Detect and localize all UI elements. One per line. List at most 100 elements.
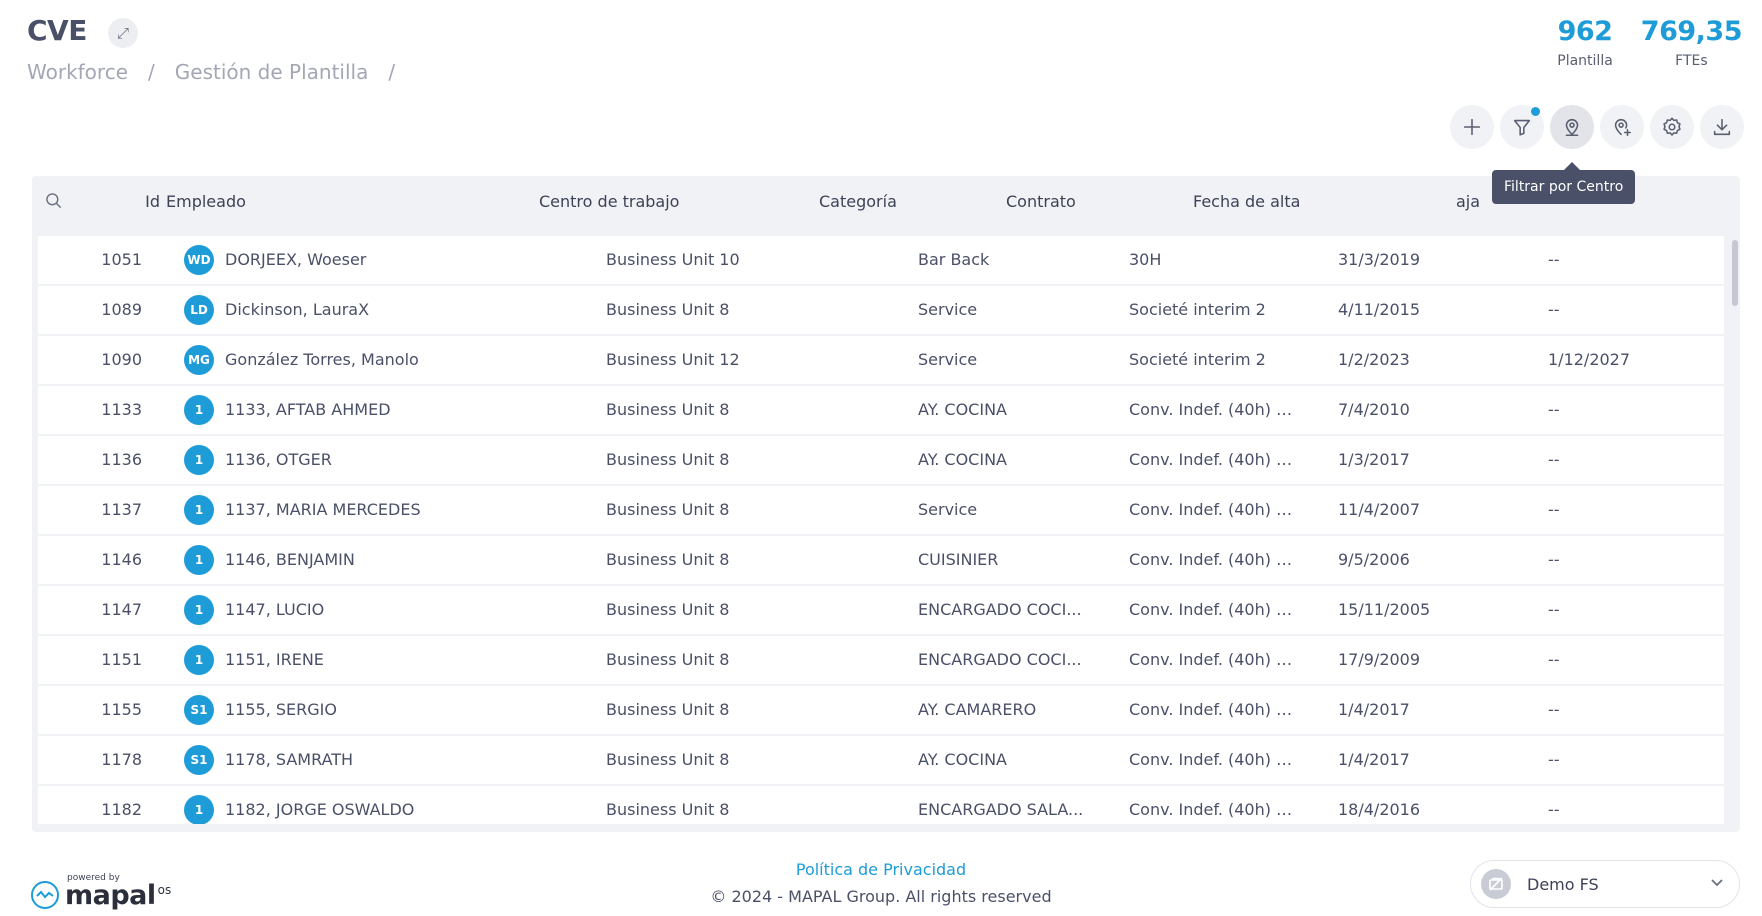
cell-contrato: Conv. Indef. (40h) +... [1129, 450, 1299, 469]
cell-empleado[interactable]: MG González Torres, Manolo [184, 336, 564, 384]
avatar: 1 [184, 795, 214, 824]
cell-fecha-baja: -- [1548, 300, 1560, 319]
cell-fecha-baja: -- [1548, 700, 1560, 719]
cell-id: 1147 [101, 600, 142, 619]
expand-button[interactable]: ⤢ [108, 18, 138, 48]
breadcrumb-separator: / [388, 60, 396, 84]
cell-empleado[interactable]: LD Dickinson, LauraX [184, 286, 564, 334]
download-button[interactable] [1700, 105, 1744, 149]
cell-fecha-alta: 15/11/2005 [1338, 600, 1431, 619]
cell-fecha-baja: -- [1548, 250, 1560, 269]
search-icon[interactable] [44, 191, 64, 211]
cell-categoria: AY. COCINA [918, 450, 1007, 469]
filter-center-button[interactable] [1550, 105, 1594, 149]
table-row[interactable]: 1136 1 1136, OTGER Business Unit 8 AY. COCIN… [38, 436, 1724, 486]
column-header-empleado[interactable]: Empleado [166, 192, 246, 211]
cell-categoria: AY. COCINA [918, 750, 1007, 769]
avatar: 1 [184, 645, 214, 675]
cell-categoria: ENCARGADO COCI... [918, 600, 1082, 619]
table-row[interactable]: 1182 1 1182, JORGE OSWALDO Business Unit 8 E… [38, 786, 1724, 824]
avatar: 1 [184, 545, 214, 575]
table-row[interactable]: 1133 1 1133, AFTAB AHMED Business Unit 8 AY.… [38, 386, 1724, 436]
cell-empleado[interactable]: S1 1155, SERGIO [184, 686, 564, 734]
employee-name: 1178, SAMRATH [225, 750, 354, 769]
table-row[interactable]: 1090 MG González Torres, Manolo Business Un… [38, 336, 1724, 386]
cell-categoria: CUISINIER [918, 550, 999, 569]
cell-fecha-baja: -- [1548, 450, 1560, 469]
employee-table: Id Empleado Centro de trabajo Categoría … [32, 176, 1740, 832]
cell-empleado[interactable]: 1 1182, JORGE OSWALDO [184, 786, 564, 824]
employee-name: 1146, BENJAMIN [225, 550, 355, 569]
cell-centro: Business Unit 8 [606, 700, 730, 719]
employee-name: González Torres, Manolo [225, 350, 419, 369]
cell-id: 1137 [101, 500, 142, 519]
cell-fecha-baja: -- [1548, 400, 1560, 419]
table-row[interactable]: 1155 S1 1155, SERGIO Business Unit 8 AY. CAM… [38, 686, 1724, 736]
cell-id: 1133 [101, 400, 142, 419]
stat-label: FTEs [1675, 53, 1708, 69]
table-row[interactable]: 1146 1 1146, BENJAMIN Business Unit 8 CUISIN… [38, 536, 1724, 586]
cell-id: 1089 [101, 300, 142, 319]
organization-name: Demo FS [1527, 874, 1599, 894]
download-icon [1713, 118, 1731, 136]
organization-select[interactable]: Demo FS [1470, 860, 1740, 908]
column-header-contrato[interactable]: Contrato [1006, 192, 1076, 211]
cell-centro: Business Unit 8 [606, 800, 730, 819]
add-button[interactable] [1450, 105, 1494, 149]
cell-categoria: Service [918, 500, 978, 519]
cell-empleado[interactable]: 1 1146, BENJAMIN [184, 536, 564, 584]
table-row[interactable]: 1137 1 1137, MARIA MERCEDES Business Unit 8… [38, 486, 1724, 536]
breadcrumb-item-gestion[interactable]: Gestión de Plantilla [175, 60, 369, 84]
cell-contrato: Conv. Indef. (40h) +... [1129, 500, 1299, 519]
cell-empleado[interactable]: 1 1147, LUCIO [184, 586, 564, 634]
avatar: 1 [184, 495, 214, 525]
gear-icon [1663, 117, 1681, 136]
breadcrumb-item-workforce[interactable]: Workforce [27, 60, 128, 84]
cell-empleado[interactable]: S1 1178, SAMRATH [184, 736, 564, 784]
table-body: 1051 WD DORJEEX, Woeser Business Unit 10 Bar… [38, 236, 1724, 824]
filter-button[interactable] [1500, 105, 1544, 149]
cell-fecha-baja: 1/12/2027 [1548, 350, 1631, 369]
cell-contrato: Conv. Indef. (40h) +... [1129, 550, 1299, 569]
employee-name: 1147, LUCIO [225, 600, 325, 619]
cell-fecha-alta: 31/3/2019 [1338, 250, 1421, 269]
cell-id: 1178 [101, 750, 142, 769]
cell-empleado[interactable]: 1 1137, MARIA MERCEDES [184, 486, 564, 534]
add-location-button[interactable] [1600, 105, 1644, 149]
cell-fecha-alta: 1/3/2017 [1338, 450, 1410, 469]
table-row[interactable]: 1051 WD DORJEEX, Woeser Business Unit 10 Bar… [38, 236, 1724, 286]
cell-contrato: Societé interim 2 [1129, 350, 1266, 369]
cell-centro: Business Unit 8 [606, 650, 730, 669]
cell-empleado[interactable]: WD DORJEEX, Woeser [184, 236, 564, 284]
cell-empleado[interactable]: 1 1136, OTGER [184, 436, 564, 484]
cell-categoria: ENCARGADO COCI... [918, 650, 1082, 669]
cell-fecha-alta: 1/4/2017 [1338, 750, 1410, 769]
cell-empleado[interactable]: 1 1133, AFTAB AHMED [184, 386, 564, 434]
column-header-id[interactable]: Id [112, 192, 160, 211]
table-row[interactable]: 1147 1 1147, LUCIO Business Unit 8 ENCARGADO… [38, 586, 1724, 636]
cell-fecha-alta: 1/4/2017 [1338, 700, 1410, 719]
cell-centro: Business Unit 8 [606, 300, 730, 319]
chevron-down-icon [1709, 874, 1725, 894]
table-row[interactable]: 1089 LD Dickinson, LauraX Business Unit 8 Se… [38, 286, 1724, 336]
cell-empleado[interactable]: 1 1151, IRENE [184, 636, 564, 684]
settings-button[interactable] [1650, 105, 1694, 149]
scrollbar-thumb[interactable] [1732, 240, 1738, 306]
cell-fecha-baja: -- [1548, 600, 1560, 619]
table-row[interactable]: 1178 S1 1178, SAMRATH Business Unit 8 AY. CO… [38, 736, 1724, 786]
employee-name: 1155, SERGIO [225, 700, 337, 719]
cell-contrato: Conv. Indef. (40h) +... [1129, 750, 1299, 769]
table-scrollbar[interactable] [1730, 236, 1740, 824]
column-header-categoria[interactable]: Categoría [819, 192, 897, 211]
column-header-alta[interactable]: Fecha de alta [1193, 192, 1300, 211]
cell-centro: Business Unit 8 [606, 750, 730, 769]
employee-name: Dickinson, LauraX [225, 300, 370, 319]
avatar: 1 [184, 395, 214, 425]
column-header-baja[interactable]: aja [1456, 192, 1480, 211]
stats-panel: 962 Plantilla 769,35 FTEs [1557, 16, 1742, 69]
cell-id: 1155 [101, 700, 142, 719]
cell-id: 1182 [101, 800, 142, 819]
cell-categoria: Service [918, 350, 978, 369]
table-row[interactable]: 1151 1 1151, IRENE Business Unit 8 ENCARGADO… [38, 636, 1724, 686]
column-header-centro[interactable]: Centro de trabajo [539, 192, 679, 211]
